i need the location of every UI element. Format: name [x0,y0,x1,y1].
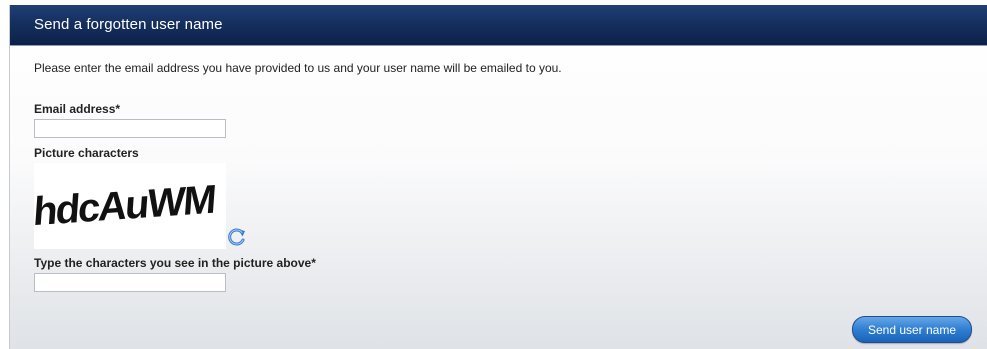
send-user-name-button[interactable]: Send user name [852,316,972,343]
email-field[interactable] [34,119,226,138]
page-title: Send a forgotten user name [34,16,223,33]
captcha-label: Picture characters [34,146,139,160]
email-label: Email address* [34,102,121,116]
captcha-answer-label: Type the characters you see in the pictu… [34,256,316,270]
forgot-username-panel: Send a forgotten user name Please enter … [9,5,987,349]
refresh-captcha-button[interactable] [226,226,248,248]
captcha-answer-field[interactable] [34,273,226,292]
captcha-image-art: hdcAuWM [32,177,216,235]
refresh-icon [228,228,245,246]
panel-header: Send a forgotten user name [10,5,987,46]
instructions-text: Please enter the email address you have … [34,61,562,75]
captcha-text: hdcAuWM [34,177,216,235]
captcha-image: hdcAuWM [32,163,226,249]
